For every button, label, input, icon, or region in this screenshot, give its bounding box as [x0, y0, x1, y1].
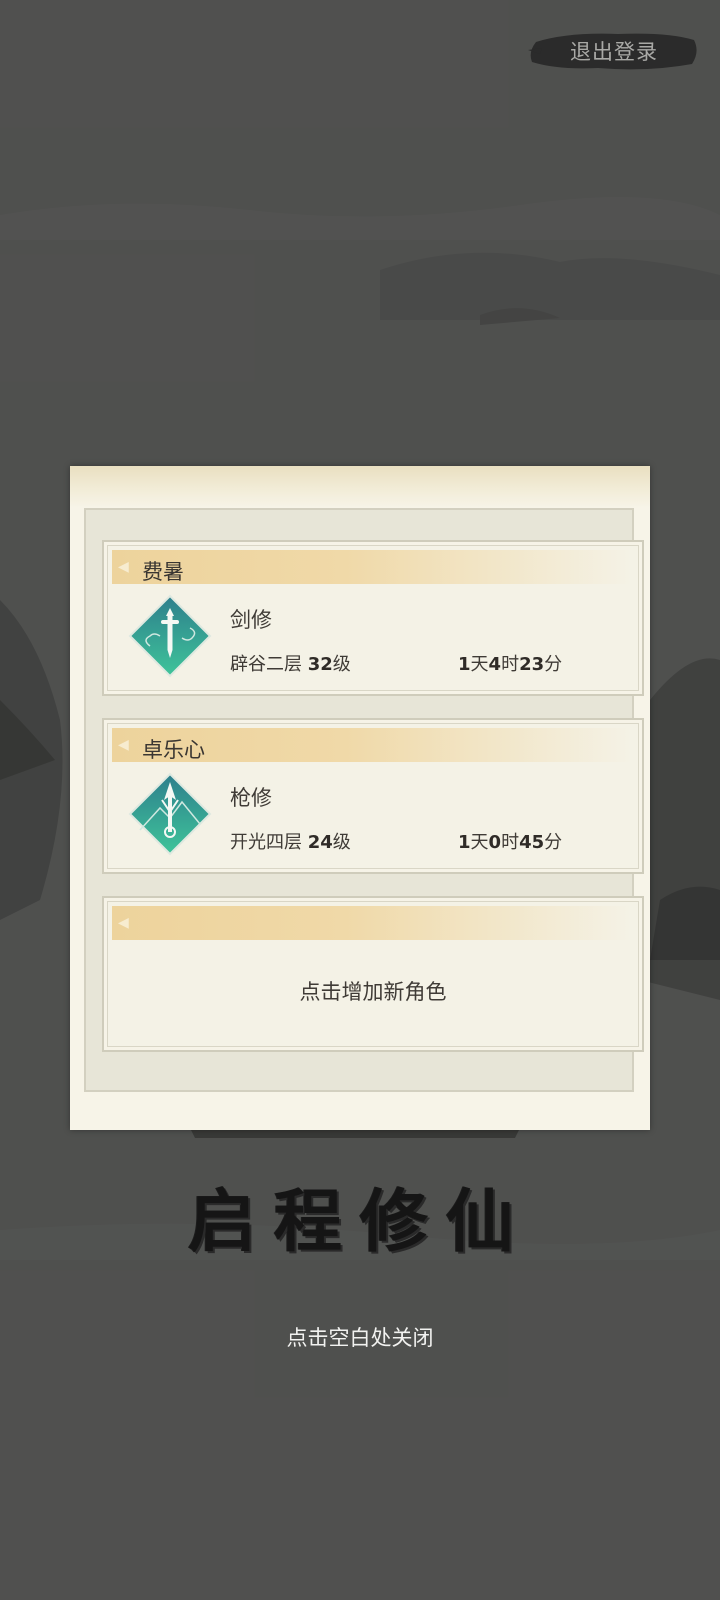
spear-icon [128, 772, 212, 856]
character-select-modal: ◀ 费暑 剑修 辟谷二层 32级 1天4时23分 ◀ 卓乐心 枪修 开光四层 2… [70, 466, 650, 1130]
play-duration: 1天4时23分 [458, 654, 563, 675]
card-banner: ◀ 卓乐心 [112, 728, 632, 762]
card-banner: ◀ [112, 906, 632, 940]
card-banner: ◀ 费暑 [112, 550, 632, 584]
close-hint: 点击空白处关闭 [286, 1326, 434, 1350]
character-card[interactable]: ◀ 费暑 剑修 辟谷二层 32级 1天4时23分 [102, 540, 644, 696]
character-name: 费暑 [142, 560, 184, 584]
modal-header-decoration [70, 466, 650, 508]
logout-button[interactable]: 退出登录 [528, 28, 700, 74]
character-realm: 开光四层 24级 [230, 832, 351, 853]
character-name: 卓乐心 [142, 738, 205, 762]
add-character-label: 点击增加新角色 [299, 980, 447, 1004]
arrow-left-icon: ◀ [118, 737, 129, 753]
character-list: ◀ 费暑 剑修 辟谷二层 32级 1天4时23分 ◀ 卓乐心 枪修 开光四层 2… [84, 508, 644, 1092]
start-cultivation-title[interactable]: 启程修仙 [0, 1166, 720, 1265]
character-card[interactable]: ◀ 卓乐心 枪修 开光四层 24级 1天0时45分 [102, 718, 644, 874]
character-realm: 辟谷二层 32级 [230, 654, 351, 675]
logout-label: 退出登录 [570, 40, 658, 64]
character-class: 枪修 [230, 786, 272, 810]
play-duration: 1天0时45分 [458, 832, 563, 853]
sword-icon [128, 594, 212, 678]
arrow-left-icon: ◀ [118, 915, 129, 931]
arrow-left-icon: ◀ [118, 559, 129, 575]
add-character-card[interactable]: ◀ 点击增加新角色 [102, 896, 644, 1052]
character-class: 剑修 [230, 608, 272, 632]
